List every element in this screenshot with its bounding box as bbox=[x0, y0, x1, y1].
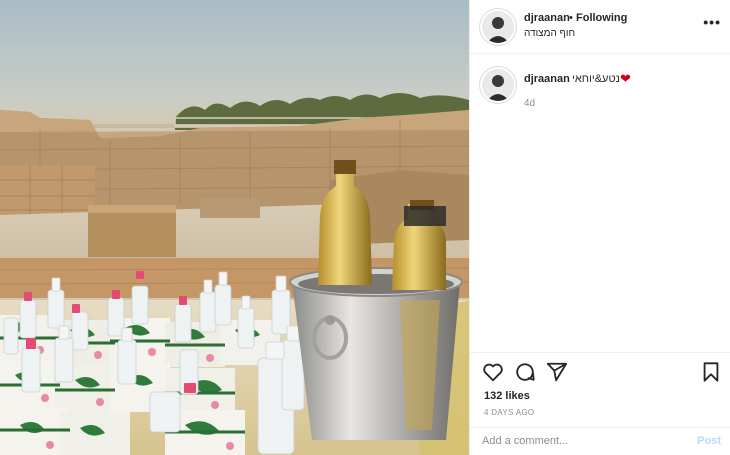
more-options-icon[interactable]: ••• bbox=[703, 14, 721, 30]
post-side-panel: djraanan • Following חוף המצודה ••• djra… bbox=[469, 0, 730, 455]
separator-dot: • bbox=[569, 12, 573, 24]
post-location[interactable]: חוף המצודה bbox=[524, 28, 575, 39]
post-header: djraanan • Following חוף המצודה ••• bbox=[470, 0, 730, 54]
user-avatar[interactable] bbox=[482, 11, 514, 43]
bookmark-icon[interactable] bbox=[700, 361, 722, 383]
wedding-table-photo bbox=[0, 0, 469, 455]
comment-input[interactable] bbox=[482, 435, 682, 447]
post-comment-button[interactable]: Post bbox=[697, 435, 721, 447]
share-icon[interactable] bbox=[546, 361, 568, 383]
following-button[interactable]: Following bbox=[576, 12, 627, 24]
caption-username[interactable]: djraanan bbox=[524, 73, 570, 85]
heart-emoji: ❤ bbox=[620, 71, 631, 86]
comment-icon[interactable] bbox=[514, 361, 536, 383]
post-photo[interactable] bbox=[0, 0, 469, 455]
avatar-image bbox=[482, 11, 514, 43]
avatar-image bbox=[482, 69, 514, 101]
post-timestamp: 4 DAYS AGO bbox=[484, 408, 535, 417]
caption-timestamp[interactable]: 4d bbox=[524, 98, 535, 109]
caption-text: נטע&יוחאי bbox=[572, 73, 620, 85]
caption-avatar[interactable] bbox=[482, 69, 514, 101]
heart-icon[interactable] bbox=[482, 361, 504, 383]
like-count[interactable]: 132 likes bbox=[484, 390, 530, 402]
post-username[interactable]: djraanan bbox=[524, 12, 570, 24]
comment-bar: Post bbox=[470, 427, 730, 455]
action-bar bbox=[470, 352, 730, 392]
